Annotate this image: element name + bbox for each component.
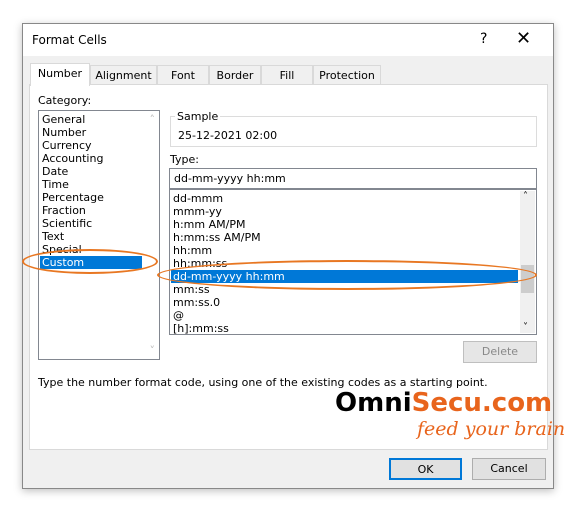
type-item[interactable]: h:mm:ss AM/PM <box>173 231 261 244</box>
category-item[interactable]: Fraction <box>42 204 86 217</box>
tab-font[interactable]: Font <box>157 65 209 85</box>
scroll-up-icon[interactable]: ˄ <box>150 113 156 126</box>
scroll-down-icon[interactable]: ˅ <box>523 322 528 333</box>
type-input[interactable]: dd-mm-yyyy hh:mm <box>169 168 537 189</box>
type-item[interactable]: dd-mmm <box>173 192 223 205</box>
category-item[interactable]: Percentage <box>42 191 104 204</box>
logo-part2: Secu.com <box>411 388 553 418</box>
dialog-title: Format Cells <box>32 33 107 47</box>
tab-border[interactable]: Border <box>209 65 261 85</box>
category-list[interactable]: ˄ ˅ General Number Currency Accounting Date T… <box>38 110 160 360</box>
custom-highlight-ellipse <box>22 249 158 274</box>
logo-part1: Omni <box>335 388 412 418</box>
tab-alignment[interactable]: Alignment <box>90 65 157 85</box>
type-item[interactable]: @ <box>173 309 184 322</box>
type-label: Type: <box>170 153 199 166</box>
category-item[interactable]: General <box>42 113 85 126</box>
category-item[interactable]: Number <box>42 126 86 139</box>
type-item[interactable]: [h]:mm:ss <box>173 322 229 335</box>
sample-label: Sample <box>175 110 221 123</box>
category-item[interactable]: Currency <box>42 139 92 152</box>
category-label: Category: <box>38 94 92 107</box>
help-button[interactable]: ? <box>480 31 487 47</box>
category-item[interactable]: Date <box>42 165 68 178</box>
title-bar: Format Cells ? ✕ <box>23 24 553 56</box>
category-item[interactable]: Scientific <box>42 217 92 230</box>
type-item[interactable]: mm:ss.0 <box>173 296 220 309</box>
sample-value: 25-12-2021 02:00 <box>178 129 278 142</box>
category-item[interactable]: Time <box>42 178 69 191</box>
category-item[interactable]: Accounting <box>42 152 103 165</box>
scrollbar[interactable]: ˄ ˅ <box>520 191 535 333</box>
tab-number[interactable]: Number <box>30 63 90 86</box>
scroll-up-icon[interactable]: ˄ <box>523 191 528 202</box>
cancel-button[interactable]: Cancel <box>472 458 546 480</box>
category-item[interactable]: Text <box>42 230 64 243</box>
ok-button[interactable]: OK <box>389 458 462 480</box>
tab-protection[interactable]: Protection <box>313 65 381 85</box>
tab-fill[interactable]: Fill <box>261 65 313 85</box>
type-item[interactable]: h:mm AM/PM <box>173 218 245 231</box>
type-item[interactable]: hh:mm <box>173 244 212 257</box>
omnisecu-logo: OmniSecu.com <box>335 388 552 418</box>
close-icon[interactable]: ✕ <box>516 28 531 49</box>
format-highlight-ellipse <box>157 260 537 290</box>
scroll-down-icon[interactable]: ˅ <box>150 344 156 357</box>
type-item[interactable]: mmm-yy <box>173 205 222 218</box>
logo-tagline: feed your brain <box>417 418 566 440</box>
delete-button[interactable]: Delete <box>463 341 537 363</box>
